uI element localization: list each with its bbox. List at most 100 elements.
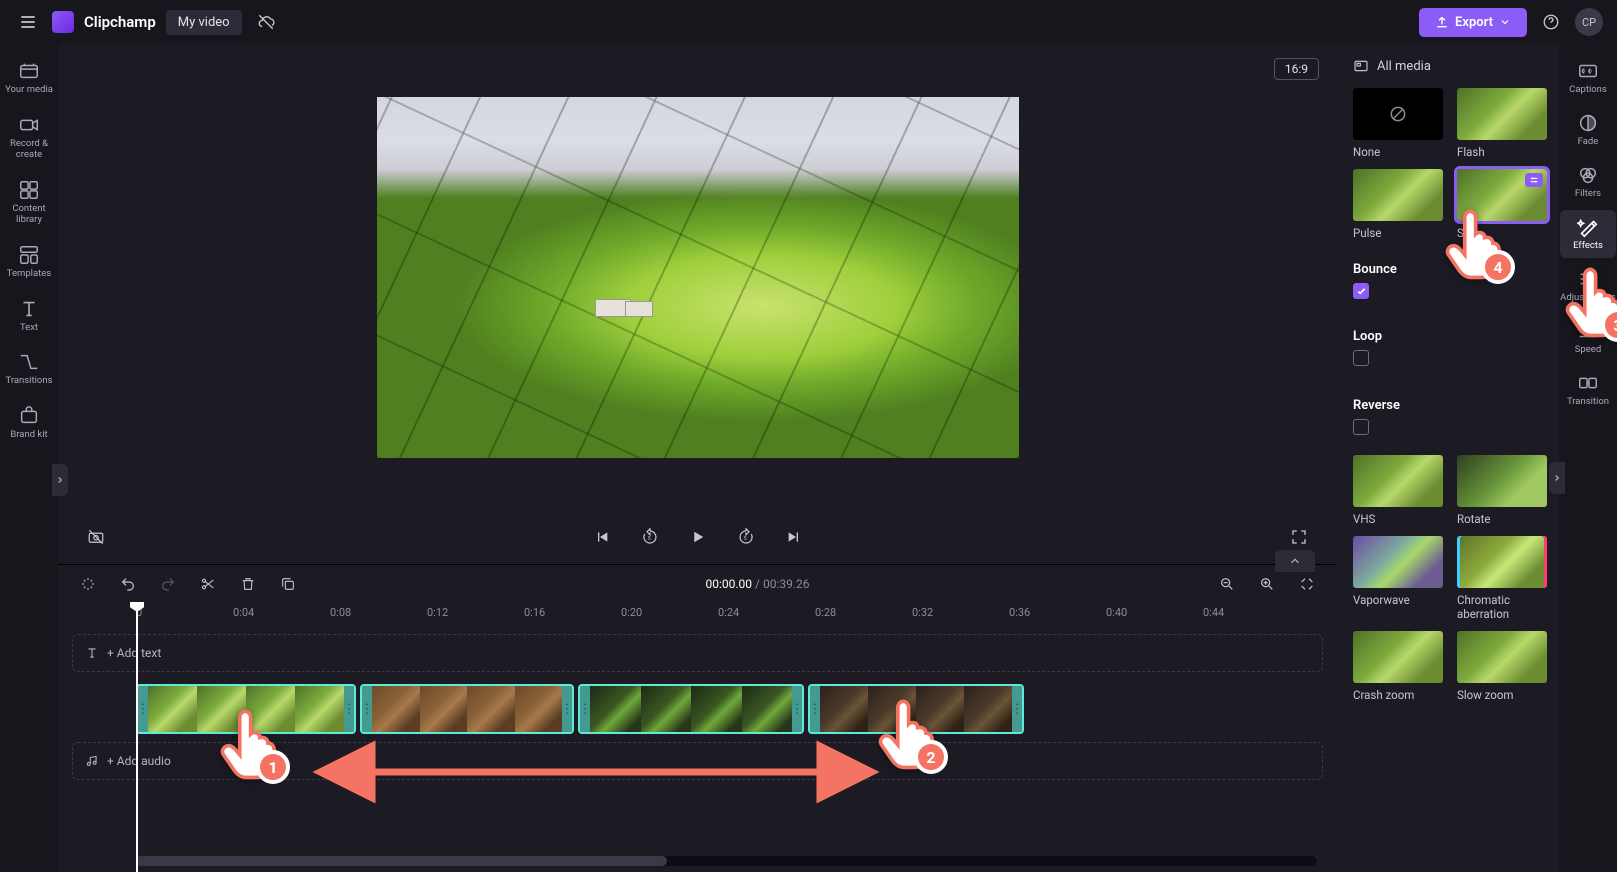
effect-spin[interactable]: Spin [1457, 169, 1547, 240]
preview-canvas[interactable] [377, 97, 1019, 458]
export-label: Export [1455, 15, 1493, 30]
rail-transitions[interactable]: Transitions [1, 345, 57, 393]
clip-2[interactable]: ⋮⋮ [360, 684, 574, 734]
rewind-5-icon[interactable]: 5 [636, 523, 664, 551]
timecode: 00:00.00 / 00:39.26 [314, 577, 1201, 591]
timeline-collapse[interactable] [1275, 550, 1315, 572]
fullscreen-icon[interactable] [1285, 523, 1313, 551]
playhead[interactable] [136, 602, 138, 872]
rrail-filters[interactable]: Filters [1560, 158, 1616, 206]
app-header: Clipchamp My video Export CP [0, 0, 1617, 44]
export-button[interactable]: Export [1419, 8, 1527, 37]
rrail-effects[interactable]: Effects [1560, 210, 1616, 258]
ruler-tick: 0:24 [718, 606, 739, 619]
track-audio[interactable]: + Add audio [72, 742, 1323, 780]
avatar[interactable]: CP [1575, 8, 1603, 36]
timeline-ruler[interactable]: 00:040:080:120:160:200:240:280:320:360:4… [58, 602, 1337, 626]
skip-end-icon[interactable] [780, 523, 808, 551]
effect-vhs[interactable]: VHS [1353, 455, 1443, 526]
rrail-captions[interactable]: Captions [1560, 54, 1616, 102]
editor-center: 16:9 5 5 [58, 44, 1337, 872]
project-name[interactable]: My video [166, 10, 242, 35]
panel-collapse[interactable] [1549, 462, 1565, 494]
right-rail: Captions Fade Filters Effects Adjust col… [1559, 44, 1617, 872]
zoom-in-icon[interactable] [1253, 570, 1281, 598]
ruler-tick: 0:04 [233, 606, 254, 619]
rail-content-library[interactable]: Content library [1, 173, 57, 232]
effect-label: Flash [1457, 145, 1547, 159]
help-icon[interactable] [1537, 8, 1565, 36]
auto-enhance-icon[interactable] [74, 570, 102, 598]
redo-icon[interactable] [154, 570, 182, 598]
clip-3[interactable]: ⋮⋮ [578, 684, 804, 734]
rrail-transition[interactable]: Transition [1560, 366, 1616, 414]
rrail-fade[interactable]: Fade [1560, 106, 1616, 154]
play-icon[interactable] [684, 523, 712, 551]
track-text[interactable]: + Add text [72, 634, 1323, 672]
svg-text:5: 5 [647, 536, 650, 542]
rrail-adjust-colors[interactable]: Adjust colors [1560, 262, 1616, 310]
cloud-off-icon[interactable] [252, 8, 280, 36]
effect-chromatic[interactable]: Chromatic aberration [1457, 536, 1547, 621]
effect-pulse[interactable]: Pulse [1353, 169, 1443, 240]
effect-label: Spin [1457, 226, 1547, 240]
forward-5-icon[interactable]: 5 [732, 523, 760, 551]
effect-label: Crash zoom [1353, 688, 1443, 702]
ruler-tick: 0:32 [912, 606, 933, 619]
rail-brand-kit[interactable]: Brand kit [1, 399, 57, 447]
bounce-checkbox[interactable] [1353, 283, 1369, 299]
effect-label: Pulse [1353, 226, 1443, 240]
effect-rotate[interactable]: Rotate [1457, 455, 1547, 526]
effects-panel: All media None Flash Pulse Spin Bounce Loop Re… [1337, 44, 1559, 872]
ruler-tick: 0:16 [524, 606, 545, 619]
loop-checkbox[interactable] [1353, 350, 1369, 366]
split-icon[interactable] [194, 570, 222, 598]
ruler-tick: 0:08 [330, 606, 351, 619]
ruler-tick: 0:28 [815, 606, 836, 619]
effect-slow-zoom[interactable]: Slow zoom [1457, 631, 1547, 702]
track-video[interactable]: ⋮⋮ ⋮⋮ ⋮⋮ ⋮⋮ [72, 684, 1323, 734]
brand-logo [52, 11, 74, 33]
effect-label: VHS [1353, 512, 1443, 526]
rail-your-media[interactable]: Your media [1, 54, 57, 102]
effect-vaporwave[interactable]: Vaporwave [1353, 536, 1443, 621]
clip-1[interactable]: ⋮⋮ [136, 684, 356, 734]
effect-label: Chromatic aberration [1457, 593, 1547, 621]
zoom-out-icon[interactable] [1213, 570, 1241, 598]
effect-crash-zoom[interactable]: Crash zoom [1353, 631, 1443, 702]
ruler-tick: 0:12 [427, 606, 448, 619]
rrail-speed[interactable]: Speed [1560, 314, 1616, 362]
preview-stage [58, 44, 1337, 510]
effect-settings-icon[interactable] [1525, 173, 1543, 187]
ruler-tick: 0:20 [621, 606, 642, 619]
aspect-ratio-button[interactable]: 16:9 [1274, 58, 1319, 80]
rail-templates[interactable]: Templates [1, 238, 57, 286]
clip-4[interactable]: ⋮⋮ [808, 684, 1024, 734]
effect-label: Rotate [1457, 512, 1547, 526]
brand-name: Clipchamp [84, 13, 156, 31]
effect-none[interactable]: None [1353, 88, 1443, 159]
ruler-tick: 0:36 [1009, 606, 1030, 619]
effect-option-loop: Loop [1353, 329, 1547, 370]
timeline[interactable]: 00:040:080:120:160:200:240:280:320:360:4… [58, 602, 1337, 872]
effect-label: Slow zoom [1457, 688, 1547, 702]
effect-label: None [1353, 145, 1443, 159]
skip-start-icon[interactable] [588, 523, 616, 551]
effect-option-bounce: Bounce [1353, 262, 1547, 301]
rail-record-create[interactable]: Record & create [1, 108, 57, 167]
playback-controls: 5 5 [58, 510, 1337, 564]
undo-icon[interactable] [114, 570, 142, 598]
left-rail: Your media Record & create Content libra… [0, 44, 58, 872]
delete-icon[interactable] [234, 570, 262, 598]
effects-panel-header: All media [1353, 58, 1547, 74]
screenshot-off-icon[interactable] [82, 523, 110, 551]
timeline-scrollbar[interactable] [136, 856, 1317, 866]
effect-flash[interactable]: Flash [1457, 88, 1547, 159]
effect-option-reverse: Reverse [1353, 398, 1547, 439]
hamburger-icon[interactable] [14, 8, 42, 36]
svg-text:5: 5 [743, 536, 746, 542]
rail-text[interactable]: Text [1, 292, 57, 340]
duplicate-icon[interactable] [274, 570, 302, 598]
zoom-fit-icon[interactable] [1293, 570, 1321, 598]
reverse-checkbox[interactable] [1353, 419, 1369, 435]
